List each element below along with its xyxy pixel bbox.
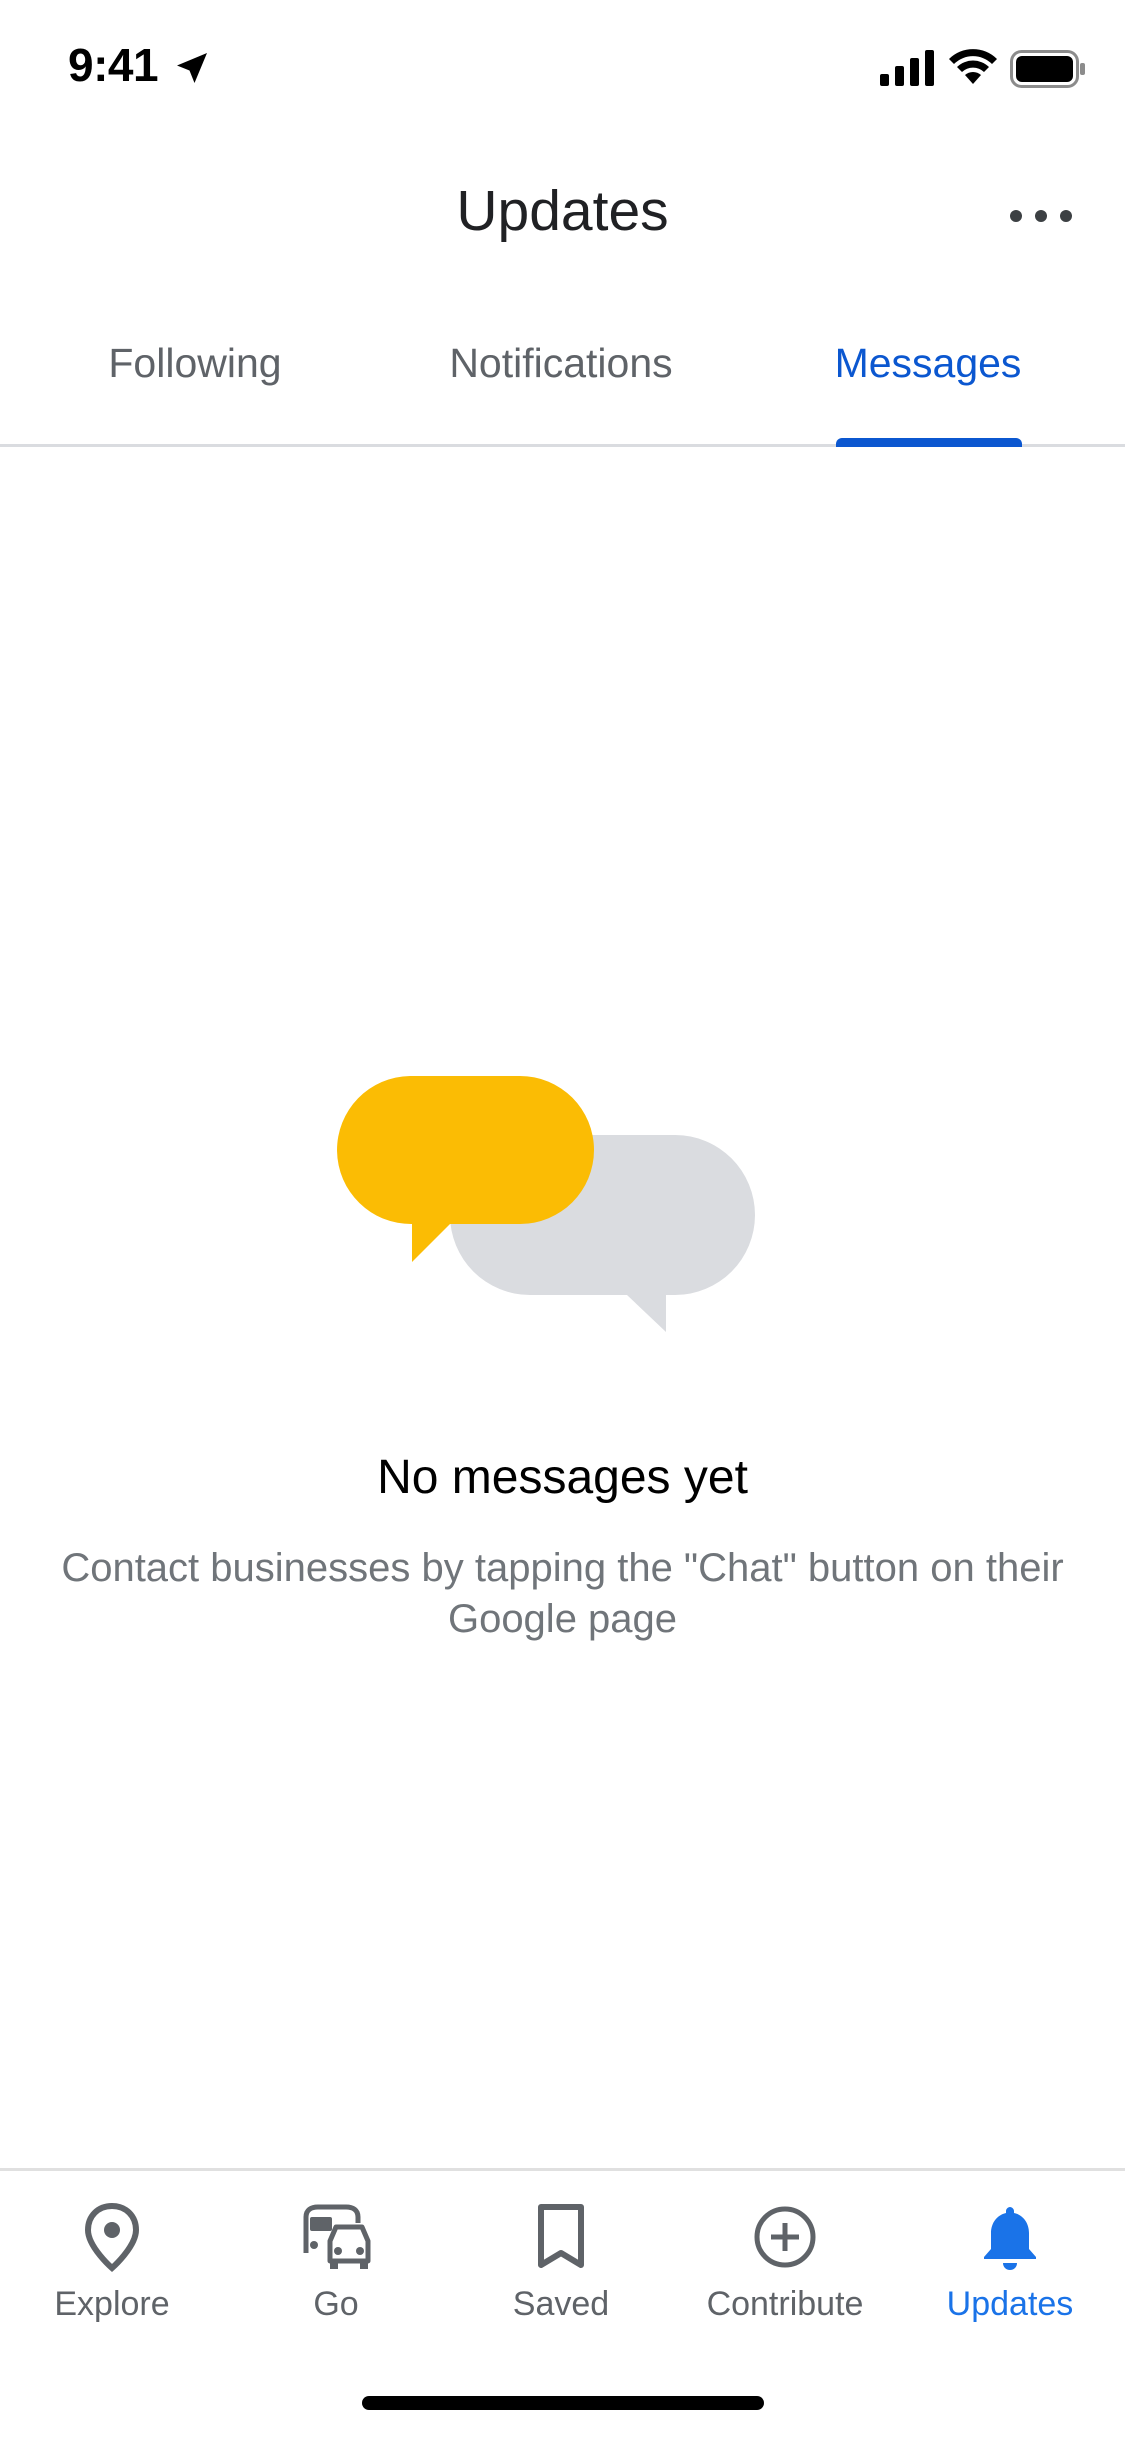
tab-messages[interactable]: Messages	[780, 340, 1076, 387]
more-dot	[1060, 210, 1072, 222]
status-time: 9:41	[68, 39, 159, 91]
location-pin-icon	[84, 2202, 140, 2272]
active-tab-indicator	[836, 438, 1022, 447]
status-bar: 9:41	[0, 0, 1125, 130]
chat-bubbles-illustration	[331, 1064, 755, 1332]
nav-updates-label: Updates	[946, 2285, 1074, 2323]
home-indicator[interactable]	[362, 2396, 764, 2410]
nav-explore-label: Explore	[54, 2285, 170, 2323]
more-horizontal-icon	[1010, 210, 1022, 222]
nav-go[interactable]: Go	[224, 2201, 448, 2341]
location-arrow-icon	[177, 53, 207, 83]
bookmark-icon	[538, 2204, 584, 2268]
empty-state-title: No messages yet	[377, 1451, 748, 1504]
more-dot	[1035, 210, 1047, 222]
nav-explore[interactable]: Explore	[0, 2201, 224, 2341]
nav-contribute[interactable]: Contribute	[673, 2201, 897, 2341]
nav-contribute-label: Contribute	[706, 2285, 864, 2323]
nav-saved-label: Saved	[512, 2285, 610, 2323]
cellular-signal-icon	[880, 50, 934, 86]
tab-following[interactable]: Following	[40, 340, 350, 387]
page-title: Updates	[456, 179, 669, 243]
add-circle-icon	[754, 2206, 816, 2268]
battery-icon	[1010, 50, 1085, 88]
wifi-icon	[949, 49, 997, 84]
tab-notifications[interactable]: Notifications	[400, 340, 722, 387]
more-options-button[interactable]	[1010, 196, 1072, 236]
nav-updates[interactable]: Updates	[898, 2201, 1122, 2341]
commute-icon	[303, 2204, 371, 2269]
tab-bar: Following Notifications Messages	[0, 330, 1125, 447]
nav-saved[interactable]: Saved	[449, 2201, 673, 2341]
empty-state-description: Contact businesses by tapping the "Chat"…	[61, 1546, 1064, 1641]
bell-icon	[984, 2207, 1036, 2270]
nav-go-label: Go	[313, 2285, 359, 2323]
